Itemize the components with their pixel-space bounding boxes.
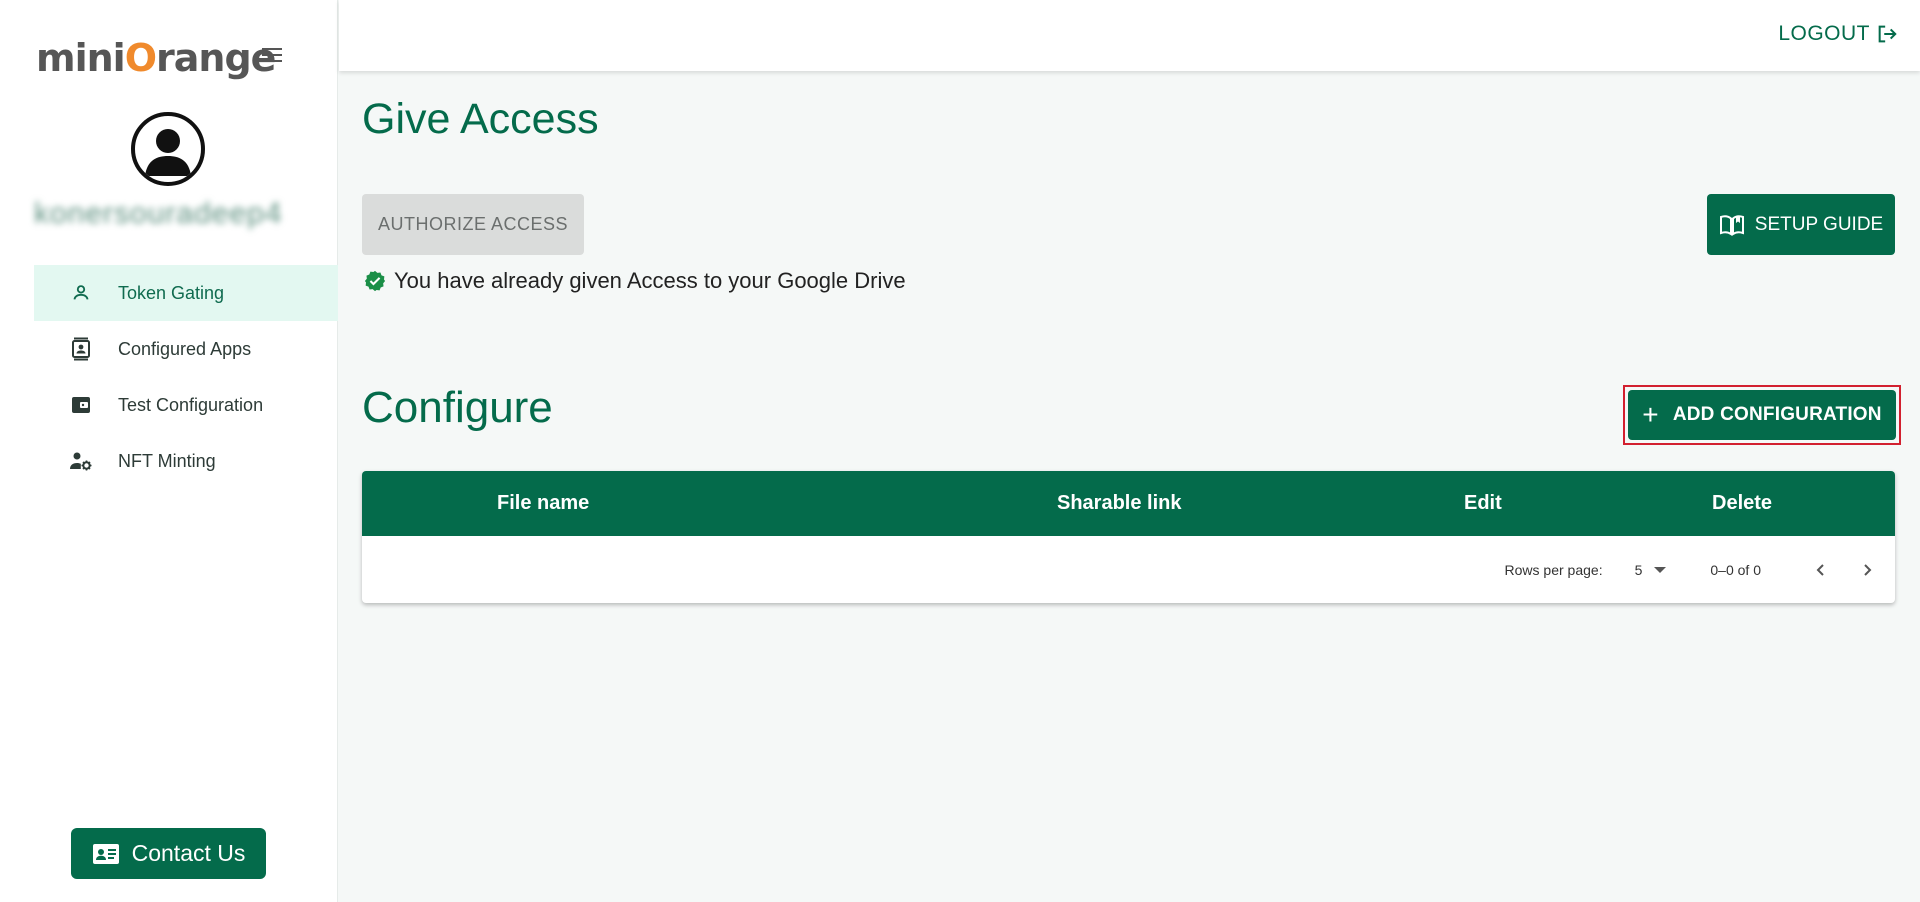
contact-us-button[interactable]: Contact Us [71, 828, 266, 879]
add-configuration-highlight: + ADD CONFIGURATION [1623, 385, 1901, 445]
sidebar-item-label: Token Gating [118, 282, 225, 303]
logo-text: miniOrange [36, 36, 276, 80]
next-page-button[interactable] [1847, 550, 1887, 590]
avatar [131, 112, 205, 186]
access-status-text: You have already given Access to your Go… [394, 268, 906, 293]
give-access-title: Give Access [362, 95, 599, 143]
sidebar-item-label: Configured Apps [118, 338, 252, 359]
column-header-edit[interactable]: Edit [1464, 492, 1502, 515]
chevron-left-icon [1816, 563, 1824, 576]
rows-per-page-label: Rows per page: [1504, 561, 1603, 578]
sidebar-item-token-gating[interactable]: Token Gating [34, 265, 338, 321]
setup-guide-label: SETUP GUIDE [1754, 213, 1884, 235]
add-configuration-button[interactable]: + ADD CONFIGURATION [1628, 390, 1896, 440]
logout-icon [1876, 23, 1898, 45]
person-icon [68, 280, 94, 306]
user-avatar-icon [145, 129, 191, 176]
setup-guide-button[interactable]: SETUP GUIDE [1707, 194, 1895, 255]
sidebar-item-configured-apps[interactable]: Configured Apps [34, 321, 338, 377]
contact-card-icon [92, 843, 120, 865]
table-pagination: Rows per page: 5 0–0 of 0 [362, 536, 1895, 603]
sidebar-item-test-configuration[interactable]: Test Configuration [34, 377, 338, 433]
rows-per-page-select[interactable]: 5 [1635, 562, 1667, 578]
sidebar-nav: Token Gating Configured Apps Test Config… [34, 265, 338, 489]
column-header-sharable-link[interactable]: Sharable link [1057, 492, 1182, 515]
configure-title: Configure [362, 383, 553, 432]
contact-card-icon [68, 336, 94, 362]
user-gear-icon [68, 448, 94, 474]
logout-label: LOGOUT [1778, 22, 1870, 45]
configurations-table: File name Sharable link Edit Delete Rows… [362, 471, 1895, 603]
contact-us-label: Contact Us [131, 840, 246, 866]
rows-per-page-value: 5 [1634, 561, 1643, 578]
top-bar: LOGOUT [339, 0, 1920, 71]
authorize-access-button[interactable]: AUTHORIZE ACCESS [362, 194, 584, 255]
table-header: File name Sharable link Edit Delete [362, 471, 1895, 536]
sidebar-item-label: Test Configuration [118, 394, 264, 415]
hamburger-menu-icon[interactable] [262, 48, 282, 66]
logo[interactable]: miniOrange [36, 34, 276, 82]
column-header-file-name[interactable]: File name [497, 492, 589, 515]
previous-page-button[interactable] [1801, 550, 1841, 590]
caret-down-icon [1654, 566, 1667, 573]
verified-check-icon [364, 270, 386, 292]
access-status-message: You have already given Access to your Go… [364, 268, 906, 294]
sidebar-item-label: NFT Minting [118, 450, 216, 471]
username: konersouradeep4 [34, 197, 283, 230]
add-configuration-label: ADD CONFIGURATION [1672, 404, 1882, 425]
logout-button[interactable]: LOGOUT [1778, 22, 1898, 46]
plus-icon: + [1642, 399, 1659, 430]
sidebar-item-nft-minting[interactable]: NFT Minting [34, 433, 338, 489]
book-open-icon [1719, 214, 1745, 236]
wallet-icon [68, 392, 94, 418]
chevron-right-icon [1864, 563, 1872, 576]
sidebar: miniOrange konersouradeep4 Token Gating … [0, 0, 338, 902]
column-header-delete[interactable]: Delete [1712, 492, 1772, 515]
pagination-range: 0–0 of 0 [1710, 561, 1761, 578]
